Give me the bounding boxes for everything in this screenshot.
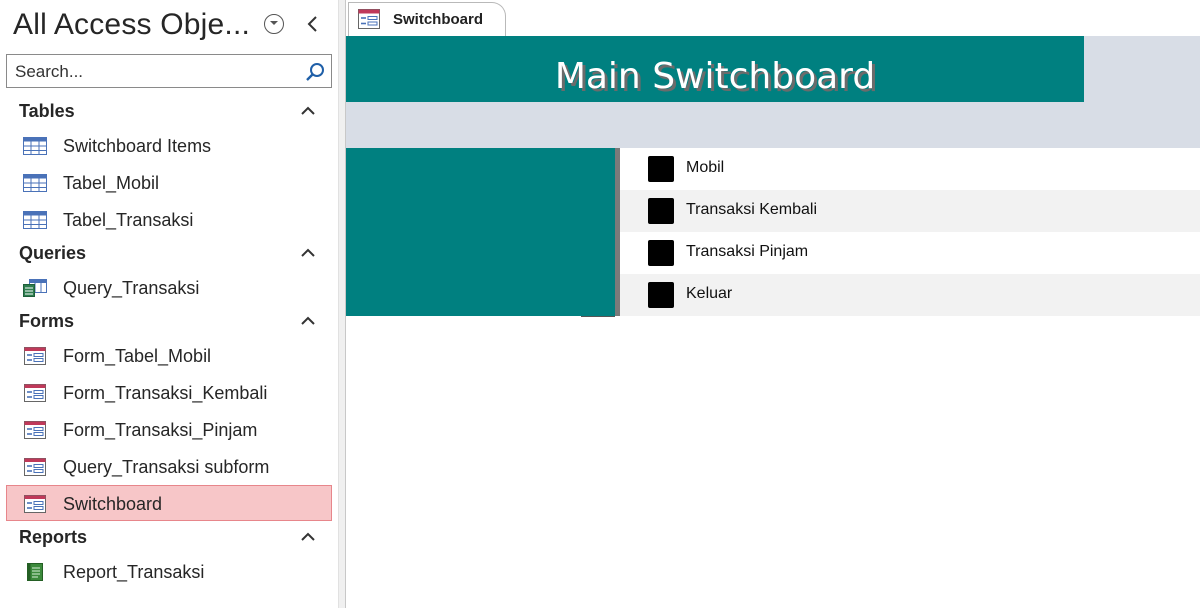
nav-item-label: Form_Transaksi_Kembali: [63, 383, 268, 403]
search-field[interactable]: [6, 54, 332, 88]
nav-item-label: Form_Transaksi_Pinjam: [63, 420, 258, 440]
switchboard-button[interactable]: [648, 198, 674, 224]
switchboard-item-label[interactable]: Keluar: [686, 285, 732, 303]
nav-item-label: Query_Transaksi: [63, 278, 200, 298]
nav-item-tabel-mobil[interactable]: Tabel_Mobil: [6, 164, 332, 200]
navigation-pane: All Access Obje... Tables Switchboard It…: [0, 0, 338, 608]
nav-item-form-transaksi-pinjam[interactable]: Form_Transaksi_Pinjam: [6, 411, 332, 447]
group-header-forms[interactable]: Forms: [0, 306, 338, 336]
form-icon: [24, 384, 46, 402]
form-icon: [358, 9, 380, 29]
report-icon: [27, 563, 43, 581]
switchboard-item-label[interactable]: Transaksi Kembali: [686, 201, 817, 219]
form-icon: [24, 495, 46, 513]
query-icon: [23, 279, 47, 297]
search-icon[interactable]: [305, 62, 325, 82]
nav-item-label: Tabel_Transaksi: [63, 210, 194, 230]
group-label-tables: Tables: [19, 101, 75, 121]
nav-item-label: Tabel_Mobil: [63, 173, 160, 193]
document-area: Switchboard Main Switchboard Mobil Trans…: [346, 0, 1200, 608]
chevron-up-icon[interactable]: [299, 529, 317, 543]
nav-item-label: Query_Transaksi subform: [63, 457, 270, 477]
switchboard-button[interactable]: [648, 156, 674, 182]
nav-item-query-transaksi[interactable]: Query_Transaksi: [6, 269, 332, 305]
chevron-up-icon[interactable]: [299, 313, 317, 327]
chevron-up-icon[interactable]: [299, 103, 317, 117]
nav-item-label: Switchboard Items: [63, 136, 212, 156]
nav-item-label: Report_Transaksi: [63, 562, 205, 582]
form-icon: [24, 347, 46, 365]
nav-item-query-transaksi-subform[interactable]: Query_Transaksi subform: [6, 448, 332, 484]
tab-switchboard[interactable]: Switchboard: [348, 2, 507, 36]
group-label-reports: Reports: [19, 527, 88, 547]
switchboard-item-keluar[interactable]: Keluar: [620, 274, 1200, 316]
chevron-up-icon[interactable]: [299, 245, 317, 259]
nav-item-tabel-transaksi[interactable]: Tabel_Transaksi: [6, 201, 332, 237]
decorative-teal-panel: [346, 148, 615, 316]
title-banner: Main Switchboard: [346, 36, 1084, 102]
nav-pane-title[interactable]: All Access Obje...: [13, 8, 250, 42]
group-header-reports[interactable]: Reports: [0, 522, 338, 552]
form-icon: [24, 421, 46, 439]
nav-item-report-transaksi[interactable]: Report_Transaksi: [6, 553, 332, 589]
group-label-queries: Queries: [19, 243, 87, 263]
search-input[interactable]: [15, 61, 295, 83]
nav-item-form-transaksi-kembali[interactable]: Form_Transaksi_Kembali: [6, 374, 332, 410]
group-label-forms: Forms: [19, 311, 75, 331]
decorative-line: [581, 316, 615, 317]
switchboard-item-mobil[interactable]: Mobil: [620, 148, 1200, 190]
switchboard-item-transaksi-kembali[interactable]: Transaksi Kembali: [620, 190, 1200, 232]
document-tab-strip: Switchboard: [346, 0, 1200, 36]
table-icon: [23, 211, 47, 229]
nav-item-switchboard[interactable]: Switchboard: [6, 485, 332, 521]
form-title: Main Switchboard: [554, 56, 876, 97]
collapse-pane-chevron-left-icon[interactable]: [302, 12, 324, 36]
tab-label: Switchboard: [393, 11, 484, 28]
nav-item-switchboard-items[interactable]: Switchboard Items: [6, 127, 332, 163]
switchboard-item-transaksi-pinjam[interactable]: Transaksi Pinjam: [620, 232, 1200, 274]
group-header-queries[interactable]: Queries: [0, 238, 338, 268]
form-icon: [24, 458, 46, 476]
group-header-tables[interactable]: Tables: [0, 96, 338, 126]
table-icon: [23, 174, 47, 192]
nav-menu-dropdown-icon[interactable]: [264, 14, 284, 34]
pane-splitter[interactable]: [338, 0, 346, 608]
switchboard-item-label[interactable]: Mobil: [686, 159, 724, 177]
table-icon: [23, 137, 47, 155]
switchboard-item-label[interactable]: Transaksi Pinjam: [686, 243, 808, 261]
switchboard-button[interactable]: [648, 282, 674, 308]
nav-item-label: Form_Tabel_Mobil: [63, 346, 212, 366]
nav-item-label: Switchboard: [63, 494, 163, 514]
nav-item-form-tabel-mobil[interactable]: Form_Tabel_Mobil: [6, 337, 332, 373]
switchboard-button[interactable]: [648, 240, 674, 266]
